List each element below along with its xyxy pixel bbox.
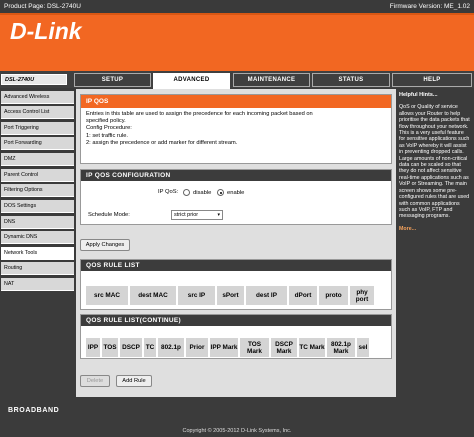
schedule-mode-select[interactable]: strict prior ▾ [171,210,223,220]
col-dport: dPort [289,286,317,305]
help-text: QoS or Quality of service allows your Ro… [399,104,470,220]
schedule-mode-value: strict prior [174,212,199,218]
more-link[interactable]: More... [399,226,471,232]
main-content: IP QOS Entries in this table are used to… [76,89,396,397]
tab-help[interactable]: HELP [392,73,472,87]
col-sel: sel [357,338,369,357]
sidebar-item-dns[interactable]: DNS [1,216,74,229]
col-proto: proto [319,286,348,305]
chevron-down-icon: ▾ [217,212,220,218]
sidebar-item-routing[interactable]: Routing [1,262,74,275]
intro-line-3: Config Procedure: [86,125,132,132]
sidebar-item-port-forwarding[interactable]: Port Forwarding [1,137,74,150]
tab-advanced[interactable]: ADVANCED [153,73,230,89]
tab-status[interactable]: STATUS [312,73,390,87]
intro-line-1: Entries in this table are used to assign… [86,111,313,117]
ip-qos-section: IP QOS Entries in this table are used to… [80,94,392,164]
enable-radio[interactable] [217,189,224,196]
help-title: Helpful Hints... [399,92,438,98]
sidebar-item-access-control-list[interactable]: Access Control List [1,106,74,119]
footer-band [0,397,474,425]
sidebar-item-advanced-wireless[interactable]: Advanced Wireless [1,91,74,104]
col-tos-mark: TOS Mark [240,338,269,357]
ip-qos-title: IP QOS [81,95,391,108]
col-src-mac: src MAC [86,286,128,305]
col-dest-mac: dest MAC [130,286,176,305]
col-prior: Prior [186,338,208,357]
disable-radio[interactable] [183,189,190,196]
sidebar-item-dynamic-dns[interactable]: Dynamic DNS [1,231,74,244]
col-8021p: 802.1p [158,338,184,357]
sidebar-item-network-tools[interactable]: Network Tools [1,247,74,260]
intro-line-4: 1: set traffic rule. [86,132,128,139]
qos-rule-list-continue-title: QOS RULE LIST(CONTINUE) [81,315,391,326]
col-dscp-mark: DSCP Mark [271,338,297,357]
intro-line-2: specified policy. [86,118,126,125]
apply-changes-button[interactable]: Apply Changes [80,239,130,251]
model-badge: DSL-2740U [1,74,67,85]
sidebar-item-nat[interactable]: NAT [1,278,74,291]
col-dest-ip: dest IP [246,286,287,305]
sidebar: Advanced Wireless Access Control List Po… [0,89,76,397]
col-ipp: IPP [86,338,100,357]
top-bar: Product Page: DSL-2740U Firmware Version… [0,0,474,13]
col-8021p-mark: 802.1p Mark [327,338,355,357]
col-tc-mark: TC Mark [299,338,325,357]
enable-label: enable [227,190,245,196]
ip-qos-label: IP QoS: [158,189,179,195]
intro-line-5: 2: assign the precedence or add marker f… [86,139,238,146]
sidebar-item-parent-control[interactable]: Parent Control [1,169,74,182]
col-src-ip: src IP [178,286,215,305]
help-panel: Helpful Hints... QoS or Quality of servi… [396,89,474,397]
broadband-label: BROADBAND [8,407,60,414]
sidebar-item-dos-settings[interactable]: DOS Settings [1,200,74,213]
tab-maintenance[interactable]: MAINTENANCE [233,73,310,87]
dlink-logo: D-Link [10,18,82,44]
col-tos: TOS [102,338,118,357]
copyright-text: Copyright © 2005-2012 D-Link Systems, In… [182,428,292,434]
firmware-version-label: Firmware Version: ME_1.02 [389,3,470,10]
col-sport: sPort [217,286,244,305]
col-ipp-mark: IPP Mark [210,338,238,357]
ip-qos-description: Entries in this table are used to assign… [81,108,391,150]
ip-qos-config-title: IP QOS CONFIGURATION [81,170,391,181]
delete-button[interactable]: Delete [80,375,110,387]
sidebar-item-filtering-options[interactable]: Filtering Options [1,184,74,197]
product-page-label: Product Page: DSL-2740U [4,3,81,10]
add-rule-button[interactable]: Add Rule [116,375,152,387]
tab-setup[interactable]: SETUP [74,73,151,87]
qos-rule-list-title: QOS RULE LIST [81,260,391,271]
schedule-mode-label: Schedule Mode: [88,212,130,218]
qos-rule-continue-table-header: IPP TOS DSCP TC 802.1p Prior IPP Mark TO… [86,338,371,357]
qos-rule-table-header: src MAC dest MAC src IP sPort dest IP dP… [86,286,376,305]
col-dscp: DSCP [120,338,142,357]
col-phy-port: phy port [350,286,374,305]
disable-label: disable [193,190,212,196]
sidebar-item-port-triggering[interactable]: Port Triggering [1,122,74,135]
col-tc: TC [144,338,156,357]
sidebar-item-dmz[interactable]: DMZ [1,153,74,166]
